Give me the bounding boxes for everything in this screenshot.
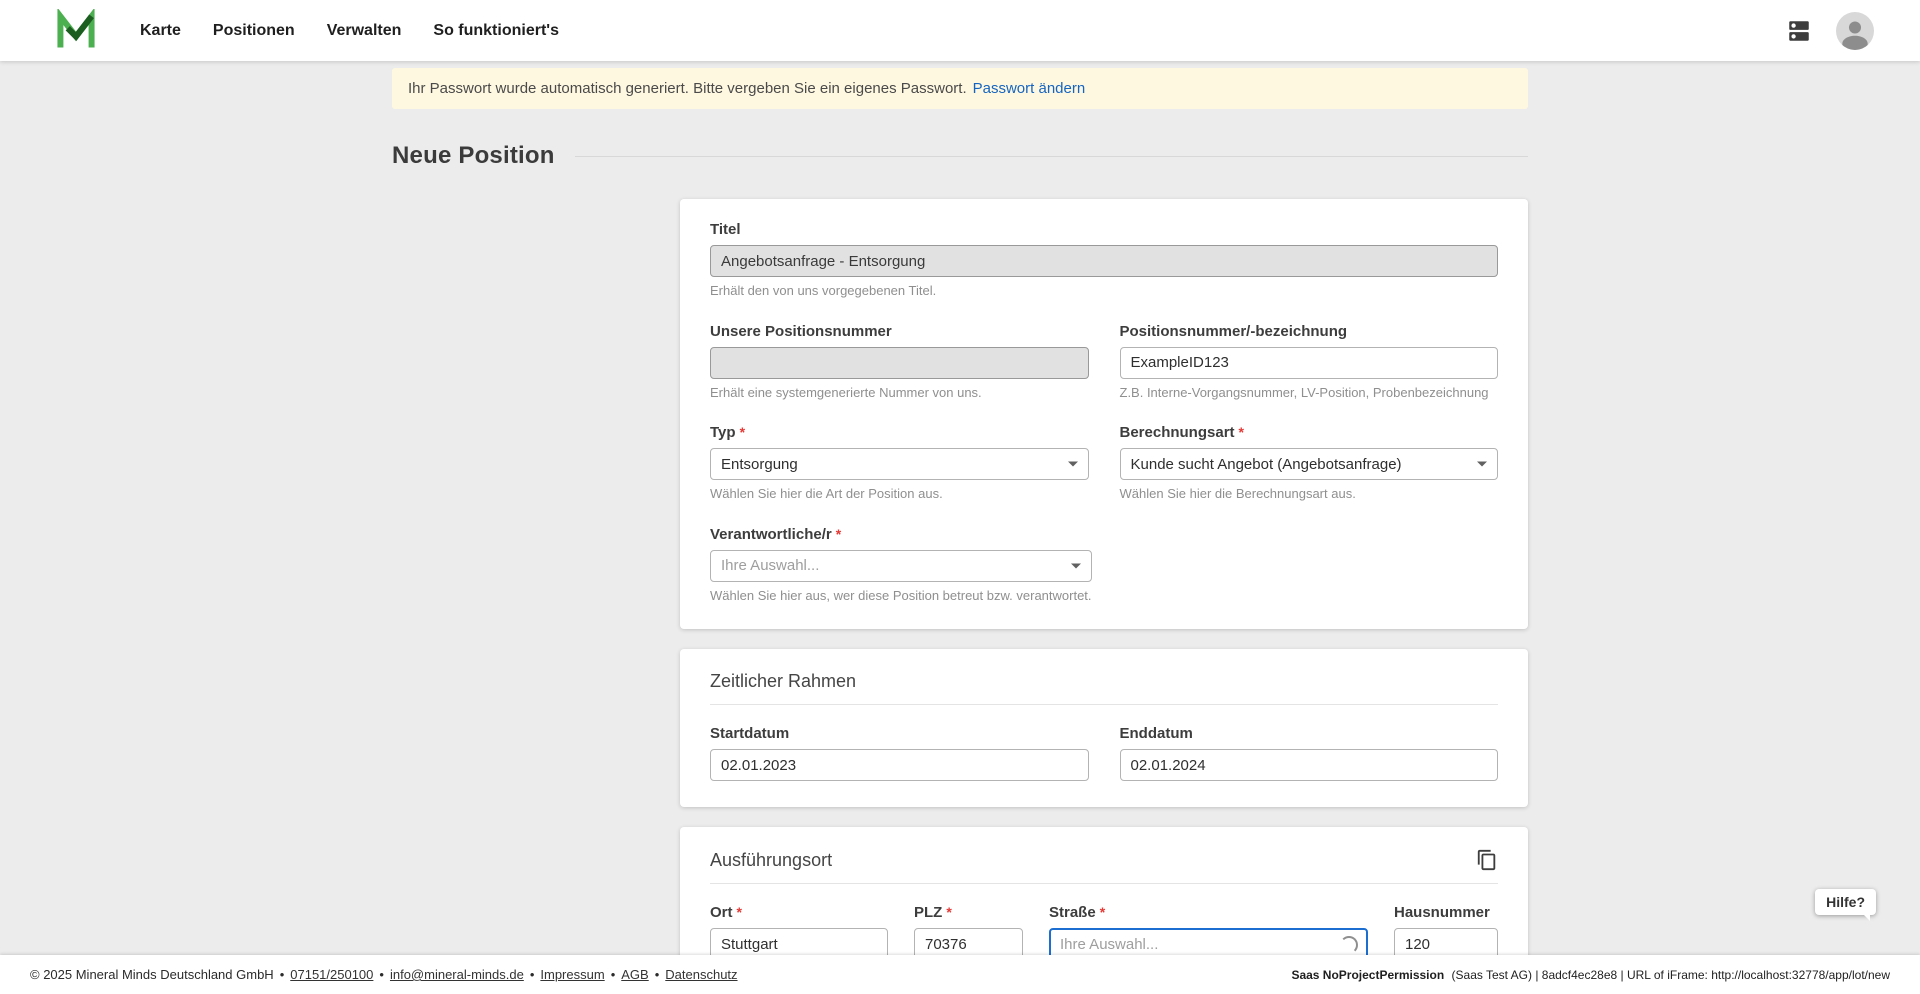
berechnungsart-field: Berechnungsart* Kunde sucht Angebot (Ang… <box>1120 424 1499 502</box>
typ-helper: Wählen Sie hier die Art der Position aus… <box>710 486 1089 502</box>
berechnungsart-select[interactable]: Kunde sucht Angebot (Angebotsanfrage) <box>1120 448 1499 480</box>
separator-dot: • <box>379 967 384 982</box>
footer-link-email[interactable]: info@mineral-minds.de <box>390 967 524 982</box>
footer-left: © 2025 Mineral Minds Deutschland GmbH • … <box>30 967 738 982</box>
banner-text: Ihr Passwort wurde automatisch generiert… <box>408 80 967 97</box>
plz-label: PLZ* <box>914 904 1023 921</box>
plz-input[interactable] <box>914 928 1023 955</box>
titel-helper: Erhält den von uns vorgegebenen Titel. <box>710 283 1498 299</box>
top-navbar: Karte Positionen Verwalten So funktionie… <box>0 0 1920 61</box>
server-icon[interactable] <box>1784 18 1814 44</box>
separator-dot: • <box>611 967 616 982</box>
verantwortliche-field: Verantwortliche/r* Ihre Auswahl... Wähle… <box>710 526 1092 604</box>
zeitraum-heading: Zeitlicher Rahmen <box>710 671 856 692</box>
typ-select[interactable]: Entsorgung <box>710 448 1089 480</box>
saas-detail-text: (Saas Test AG) | 8adcf4ec28e8 | URL of i… <box>1452 968 1890 982</box>
typ-field: Typ* Entsorgung Wählen Sie hier die Art … <box>710 424 1089 502</box>
required-asterisk: * <box>737 904 742 920</box>
required-asterisk: * <box>1100 904 1105 920</box>
verantwortliche-helper: Wählen Sie hier aus, wer diese Position … <box>710 588 1092 604</box>
unsere-positionsnummer-input <box>710 347 1089 379</box>
required-asterisk: * <box>946 904 951 920</box>
form-column: Titel Erhält den von uns vorgegebenen Ti… <box>680 199 1528 955</box>
footer-link-agb[interactable]: AGB <box>621 967 648 982</box>
positionsnummer-helper: Z.B. Interne-Vorgangsnummer, LV-Position… <box>1120 385 1499 401</box>
nav-item-positionen[interactable]: Positionen <box>213 22 295 40</box>
positionsnummer-field: Positionsnummer/-bezeichnung Z.B. Intern… <box>1120 323 1499 401</box>
ausfuehrungsort-heading: Ausführungsort <box>710 850 832 871</box>
position-details-card: Titel Erhält den von uns vorgegebenen Ti… <box>680 199 1528 629</box>
startdatum-input[interactable] <box>710 749 1089 781</box>
enddatum-field: Enddatum <box>1120 725 1499 781</box>
strasse-label: Straße* <box>1049 904 1368 921</box>
footer-link-datenschutz[interactable]: Datenschutz <box>665 967 737 982</box>
footer-link-phone[interactable]: 07151/250100 <box>290 967 373 982</box>
footer: © 2025 Mineral Minds Deutschland GmbH • … <box>0 955 1920 994</box>
berechnungsart-label: Berechnungsart* <box>1120 424 1499 441</box>
separator-dot: • <box>655 967 660 982</box>
positionsnummer-label: Positionsnummer/-bezeichnung <box>1120 323 1499 340</box>
plz-field: PLZ* <box>914 904 1023 955</box>
chevron-down-icon <box>1477 462 1487 467</box>
chevron-down-icon <box>1068 462 1078 467</box>
chevron-down-icon <box>1071 563 1081 568</box>
typ-label: Typ* <box>710 424 1089 441</box>
unsere-positionsnummer-field: Unsere Positionsnummer Erhält eine syste… <box>710 323 1089 401</box>
main-content: Ihr Passwort wurde automatisch generiert… <box>0 61 1920 955</box>
enddatum-input[interactable] <box>1120 749 1499 781</box>
hausnummer-field: Hausnummer <box>1394 904 1498 955</box>
change-password-link[interactable]: Passwort ändern <box>973 80 1086 97</box>
hausnummer-input[interactable] <box>1394 928 1498 955</box>
ort-field: Ort* <box>710 904 888 955</box>
unsere-positionsnummer-label: Unsere Positionsnummer <box>710 323 1089 340</box>
password-warning-banner: Ihr Passwort wurde automatisch generiert… <box>392 68 1528 109</box>
verantwortliche-label: Verantwortliche/r* <box>710 526 1092 543</box>
titel-field: Titel Erhält den von uns vorgegebenen Ti… <box>710 221 1498 299</box>
ort-label: Ort* <box>710 904 888 921</box>
required-asterisk: * <box>836 526 841 542</box>
copy-icon[interactable] <box>1476 849 1498 871</box>
user-avatar-icon[interactable] <box>1836 12 1874 50</box>
navbar-actions <box>1784 12 1890 50</box>
ort-input[interactable] <box>710 928 888 955</box>
saas-permission-text: Saas NoProjectPermission <box>1291 968 1444 982</box>
startdatum-label: Startdatum <box>710 725 1089 742</box>
titel-label: Titel <box>710 221 1498 238</box>
title-divider <box>575 156 1528 157</box>
help-button[interactable]: Hilfe? <box>1815 889 1876 915</box>
required-asterisk: * <box>1239 424 1244 440</box>
separator-dot: • <box>280 967 285 982</box>
nav-item-karte[interactable]: Karte <box>140 22 181 40</box>
footer-link-impressum[interactable]: Impressum <box>540 967 604 982</box>
mineral-minds-logo-icon[interactable] <box>54 9 98 53</box>
titel-input <box>710 245 1498 277</box>
hausnummer-label: Hausnummer <box>1394 904 1498 921</box>
main-nav: Karte Positionen Verwalten So funktionie… <box>140 22 559 40</box>
ausfuehrungsort-card: Ausführungsort Ort* <box>680 827 1528 955</box>
strasse-field: Straße* <box>1049 904 1368 955</box>
ort-card-head: Ausführungsort <box>710 849 1498 884</box>
berechnungsart-helper: Wählen Sie hier die Berechnungsart aus. <box>1120 486 1499 502</box>
page-title-row: Neue Position <box>392 142 1528 170</box>
positionsnummer-input[interactable] <box>1120 347 1499 379</box>
strasse-input[interactable] <box>1049 928 1368 955</box>
startdatum-field: Startdatum <box>710 725 1089 781</box>
unsere-positionsnummer-helper: Erhält eine systemgenerierte Nummer von … <box>710 385 1089 401</box>
nav-item-so-funktionierts[interactable]: So funktioniert's <box>433 22 559 40</box>
zeitraum-card-head: Zeitlicher Rahmen <box>710 671 1498 705</box>
nav-item-verwalten[interactable]: Verwalten <box>327 22 402 40</box>
zeitlicher-rahmen-card: Zeitlicher Rahmen Startdatum Enddatum <box>680 649 1528 807</box>
enddatum-label: Enddatum <box>1120 725 1499 742</box>
required-asterisk: * <box>740 424 745 440</box>
verantwortliche-select[interactable]: Ihre Auswahl... <box>710 550 1092 582</box>
footer-debug-info: Saas NoProjectPermission (Saas Test AG) … <box>1291 968 1890 982</box>
separator-dot: • <box>530 967 535 982</box>
page-title: Neue Position <box>392 142 555 170</box>
copyright-text: © 2025 Mineral Minds Deutschland GmbH <box>30 967 274 982</box>
